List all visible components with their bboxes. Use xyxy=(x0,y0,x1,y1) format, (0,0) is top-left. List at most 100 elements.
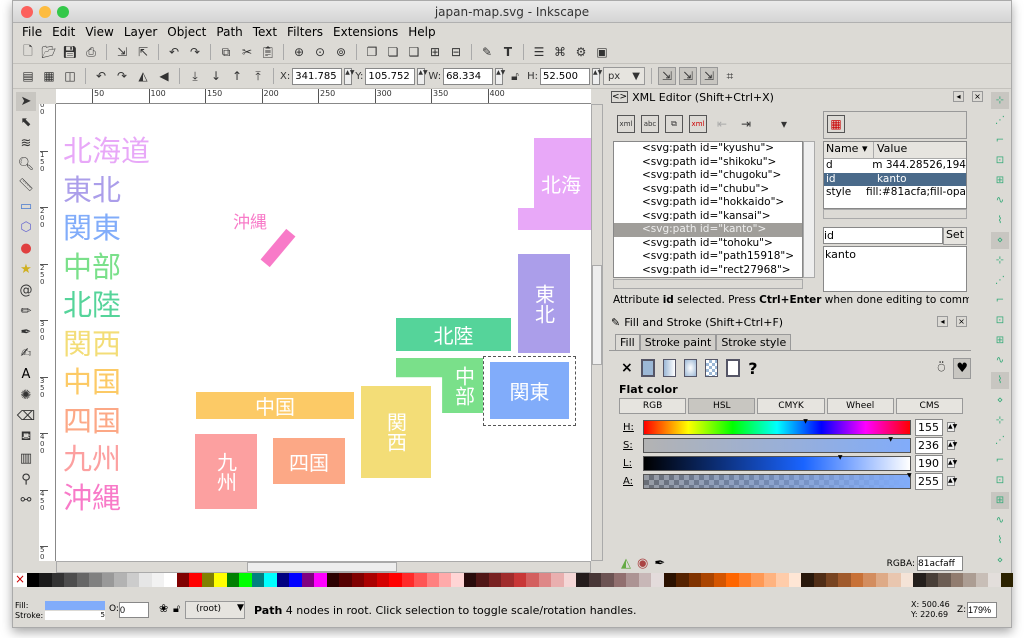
palette-swatch[interactable] xyxy=(414,573,427,587)
palette-swatch[interactable] xyxy=(463,573,477,587)
menu-view[interactable]: View xyxy=(80,23,118,41)
stroke-indicator[interactable]: 5 xyxy=(45,611,105,620)
region-kansai[interactable]: 関西 xyxy=(361,386,431,478)
clone-icon[interactable]: ❏ xyxy=(384,43,402,61)
print-icon[interactable]: ⎙ xyxy=(82,43,100,61)
palette-swatch[interactable] xyxy=(988,573,1001,587)
snap-toggle-icon[interactable]: ⊹ xyxy=(991,252,1009,269)
palette-swatch[interactable] xyxy=(476,573,489,587)
palette-swatch[interactable] xyxy=(239,573,252,587)
palette-swatch[interactable] xyxy=(588,573,602,587)
palette-swatch[interactable] xyxy=(114,573,127,587)
xml-node-tree[interactable]: <svg:path id="kyushu"> <svg:path id="shik… xyxy=(613,141,803,278)
tool-bucket-icon[interactable]: ⛾ xyxy=(16,428,36,447)
zoom-field[interactable] xyxy=(967,602,997,618)
export-icon[interactable]: ⇱ xyxy=(134,43,152,61)
color-mode-rgb[interactable]: RGB xyxy=(619,398,687,414)
tool-node-icon[interactable]: ⬉ xyxy=(16,113,36,132)
tool-pen-icon[interactable]: ✒ xyxy=(16,323,36,342)
scale-corners-icon[interactable]: ⇲ xyxy=(678,67,697,85)
snap-toggle-icon[interactable]: ⊹ xyxy=(991,412,1009,429)
menu-extensions[interactable]: Extensions xyxy=(328,23,403,41)
y-field[interactable] xyxy=(365,67,416,85)
attribute-row[interactable]: id kanto xyxy=(824,172,966,186)
region-shikoku[interactable]: 四国 xyxy=(273,438,345,484)
w-field[interactable] xyxy=(443,67,494,85)
palette-swatch[interactable] xyxy=(963,573,976,587)
tool-3dbox-icon[interactable]: ⬡ xyxy=(16,218,36,237)
tool-calligraphy-icon[interactable]: ✍ xyxy=(16,344,36,363)
menu-object[interactable]: Object xyxy=(162,23,211,41)
color-picker-icon[interactable]: ✒ xyxy=(654,556,665,571)
tool-eraser-icon[interactable]: ⌫ xyxy=(16,407,36,426)
color-slider-a[interactable]: ▼ xyxy=(643,472,912,489)
menu-text[interactable]: Text xyxy=(248,23,282,41)
palette-swatch[interactable] xyxy=(975,573,989,587)
snap-toggle-icon[interactable]: ⊡ xyxy=(991,472,1009,489)
fill-stroke-icon[interactable]: ✎ xyxy=(478,43,496,61)
copy-icon[interactable]: ⧉ xyxy=(217,43,235,61)
palette-swatch[interactable] xyxy=(813,573,826,587)
snap-toggle-icon[interactable]: ⊡ xyxy=(991,152,1009,169)
snap-toggle-icon[interactable]: ⊞ xyxy=(991,172,1009,189)
paste-icon[interactable]: 📋︎ xyxy=(259,43,277,61)
palette-swatch[interactable] xyxy=(51,573,65,587)
document-properties-icon[interactable]: ▣ xyxy=(593,43,611,61)
tool-zoom-icon[interactable]: 🔍︎ xyxy=(16,155,36,174)
close-panel-button[interactable]: × xyxy=(972,91,983,102)
opacity-field[interactable] xyxy=(119,602,149,618)
palette-swatch[interactable] xyxy=(676,573,689,587)
xml-node-item[interactable]: <svg:path id="kyushu"> xyxy=(614,142,802,156)
tool-star-icon[interactable]: ★ xyxy=(16,260,36,279)
pattern-icon[interactable] xyxy=(705,359,719,377)
palette-swatch[interactable] xyxy=(801,573,814,587)
color-slider-h[interactable]: ▼ xyxy=(643,418,911,435)
snap-toggle-icon[interactable]: ⌐ xyxy=(991,132,1009,149)
region-chugoku[interactable]: 中国 xyxy=(196,392,354,419)
tab-stroke-paint[interactable]: Stroke paint xyxy=(639,334,717,350)
palette-swatch[interactable] xyxy=(426,573,439,587)
save-icon[interactable]: 💾︎ xyxy=(61,43,79,61)
slider-value-a[interactable] xyxy=(915,472,943,490)
vertical-scrollbar[interactable] xyxy=(591,104,603,561)
lower-to-bottom-icon[interactable]: ⤓ xyxy=(186,67,204,85)
xml-editor-icon[interactable]: ⌘ xyxy=(551,43,569,61)
horizontal-ruler[interactable]: 50 100 150 200 250 300 350 400 xyxy=(56,89,591,104)
tool-selector-icon[interactable]: ➤ xyxy=(16,92,36,111)
select-all-icon[interactable]: ▤ xyxy=(19,67,37,85)
zoom-selection-icon[interactable]: ⊕ xyxy=(290,43,308,61)
preferences-icon[interactable]: ⚙ xyxy=(572,43,590,61)
maximize-window-button[interactable] xyxy=(57,6,69,18)
layer-visibility-icon[interactable]: ❀ xyxy=(159,602,168,615)
palette-swatch[interactable] xyxy=(838,573,851,587)
menu-layer[interactable]: Layer xyxy=(119,23,162,41)
palette-swatch[interactable] xyxy=(251,573,265,587)
palette-swatch[interactable] xyxy=(151,573,165,587)
color-mode-cmyk[interactable]: CMYK xyxy=(757,398,825,414)
menu-edit[interactable]: Edit xyxy=(47,23,80,41)
slider-spinner[interactable]: ▲▼ xyxy=(947,422,957,432)
color-mode-hsl[interactable]: HSL xyxy=(688,398,756,414)
import-icon[interactable]: ⇲ xyxy=(113,43,131,61)
palette-swatch[interactable] xyxy=(701,573,714,587)
more-menu-icon[interactable]: ▾ xyxy=(775,115,793,133)
palette-swatch[interactable] xyxy=(576,573,589,587)
region-kyushu[interactable]: 九州 xyxy=(195,434,257,509)
redo-icon[interactable]: ↷ xyxy=(186,43,204,61)
xml-node-item[interactable]: <svg:path id="rect27968"> xyxy=(614,264,802,278)
linear-gradient-icon[interactable] xyxy=(662,359,676,377)
xml-node-item[interactable]: <svg:path id="tohoku"> xyxy=(614,237,802,251)
palette-swatch[interactable] xyxy=(850,573,864,587)
palette-swatch[interactable] xyxy=(501,573,514,587)
new-text-node-icon[interactable]: abc xyxy=(641,115,659,133)
palette-swatch[interactable] xyxy=(551,573,564,587)
snap-toggle-icon[interactable]: ⊡ xyxy=(991,312,1009,329)
palette-swatch[interactable] xyxy=(389,573,402,587)
palette-swatch[interactable] xyxy=(826,573,839,587)
palette-swatch[interactable] xyxy=(101,573,115,587)
palette-swatch[interactable] xyxy=(1000,573,1014,587)
attr-hscroll[interactable] xyxy=(823,209,967,219)
snap-toggle-icon[interactable]: ⌐ xyxy=(991,292,1009,309)
delete-attribute-icon[interactable]: ▦ xyxy=(827,115,845,133)
tool-ellipse-icon[interactable]: ● xyxy=(16,239,36,258)
